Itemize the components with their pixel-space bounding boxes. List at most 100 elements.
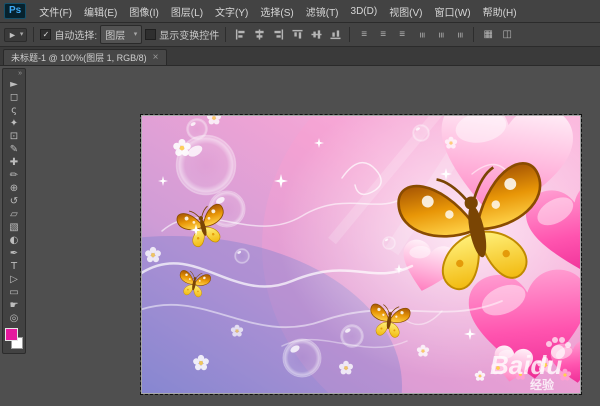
menu-3d[interactable]: 3D(D): [345, 6, 384, 17]
tool-move[interactable]: ►: [4, 78, 24, 91]
distribute-bottom-button[interactable]: ≡: [394, 27, 410, 43]
align-center-vertical-button[interactable]: [308, 27, 324, 43]
auto-select-checkbox[interactable]: ✓ 自动选择:: [40, 27, 97, 42]
distribute-icon: ≡: [416, 32, 426, 38]
checkbox-unchecked[interactable]: [145, 29, 156, 40]
pen-tool-icon: ✒: [10, 249, 18, 259]
tool-brush[interactable]: ✏: [4, 169, 24, 182]
distribute-left-button[interactable]: ≡: [413, 27, 429, 43]
menu-window[interactable]: 窗口(W): [429, 4, 477, 19]
tool-dodge[interactable]: ◐: [4, 234, 24, 247]
separator: [33, 27, 34, 42]
menu-layer[interactable]: 图层(L): [165, 4, 209, 19]
tool-crop[interactable]: ⊡: [4, 130, 24, 143]
eraser-tool-icon: ▱: [10, 210, 18, 220]
artwork-scene: Baidu 经验: [142, 116, 580, 393]
color-swatches: [4, 327, 24, 350]
tools-panel: » ► ◻ ς ✦ ⊡ ✎ ✚ ✏ ⊕ ↺ ▱ ▧ ◐ ✒ T ▷ ▭ ☛ ◎: [2, 68, 26, 354]
gradient-tool-icon: ▧: [9, 223, 18, 233]
target-value: 图层: [105, 27, 125, 42]
tool-eyedropper[interactable]: ✎: [4, 143, 24, 156]
distribute-icon: ≡: [380, 30, 386, 40]
distribute-top-button[interactable]: ≡: [356, 27, 372, 43]
photoshop-logo-icon: Ps: [4, 3, 26, 19]
watermark-subtext: 经验: [530, 377, 555, 392]
align-center-horizontal-button[interactable]: [251, 27, 267, 43]
menubar: Ps 文件(F) 编辑(E) 图像(I) 图层(L) 文字(Y) 选择(S) 滤…: [0, 0, 600, 23]
separator: [473, 27, 474, 42]
document-tab-title: 未标题-1 @ 100%(图层 1, RGB/8): [11, 51, 147, 64]
options-bar: ► ▾ ✓ 自动选择: 图层 ▾ 显示变换控件: [0, 23, 600, 47]
auto-select-label: 自动选择:: [54, 27, 97, 42]
tool-type[interactable]: T: [4, 260, 24, 273]
menu-help[interactable]: 帮助(H): [477, 4, 523, 19]
crop-tool-icon: ⊡: [10, 132, 18, 142]
menu-type[interactable]: 文字(Y): [209, 4, 254, 19]
distribute-vertical-button[interactable]: ≡: [375, 27, 391, 43]
tool-eraser[interactable]: ▱: [4, 208, 24, 221]
eyedropper-tool-icon: ✎: [10, 145, 18, 155]
history-brush-tool-icon: ↺: [10, 197, 18, 207]
distribute-right-button[interactable]: ≡: [451, 27, 467, 43]
align-left-button[interactable]: [232, 27, 248, 43]
close-icon[interactable]: ×: [153, 53, 159, 63]
document-tab-bar: 未标题-1 @ 100%(图层 1, RGB/8) ×: [0, 47, 600, 66]
distribute-icon: ≡: [361, 30, 367, 40]
tool-rectangular-marquee[interactable]: ◻: [4, 91, 24, 104]
menu-select[interactable]: 选择(S): [254, 4, 299, 19]
tool-pen[interactable]: ✒: [4, 247, 24, 260]
hand-tool-icon: ☛: [10, 301, 19, 311]
document-image[interactable]: Baidu 经验: [142, 116, 580, 393]
move-tool-icon: ►: [10, 80, 18, 90]
shape-tool-icon: ▭: [9, 288, 18, 298]
tool-clone-stamp[interactable]: ⊕: [4, 182, 24, 195]
separator: [225, 27, 226, 42]
tool-path-selection[interactable]: ▷: [4, 273, 24, 286]
auto-select-target-dropdown[interactable]: 图层 ▾: [100, 25, 142, 44]
brush-tool-icon: ✏: [10, 171, 18, 181]
panels-icon: ◫: [502, 30, 511, 40]
foreground-color-swatch[interactable]: [5, 328, 18, 341]
menu-view[interactable]: 视图(V): [383, 4, 428, 19]
chevron-down-icon: ▾: [20, 31, 24, 38]
menu-image[interactable]: 图像(I): [123, 4, 164, 19]
align-right-button[interactable]: [270, 27, 286, 43]
menu-file[interactable]: 文件(F): [33, 4, 78, 19]
clone-stamp-tool-icon: ⊕: [10, 184, 18, 194]
tool-quick-selection[interactable]: ✦: [4, 117, 24, 130]
healing-brush-tool-icon: ✚: [10, 158, 18, 168]
path-selection-tool-icon: ▷: [10, 275, 18, 285]
tool-history-brush[interactable]: ↺: [4, 195, 24, 208]
tool-zoom[interactable]: ◎: [4, 312, 24, 325]
document-tab[interactable]: 未标题-1 @ 100%(图层 1, RGB/8) ×: [3, 49, 167, 65]
tool-healing-brush[interactable]: ✚: [4, 156, 24, 169]
grid-icon: ▦: [483, 30, 492, 40]
show-transform-checkbox[interactable]: 显示变换控件: [145, 27, 219, 42]
photoshop-window: Ps 文件(F) 编辑(E) 图像(I) 图层(L) 文字(Y) 选择(S) 滤…: [0, 0, 600, 406]
type-tool-icon: T: [11, 262, 17, 272]
separator: [349, 27, 350, 42]
tool-lasso[interactable]: ς: [4, 104, 24, 117]
tool-rectangle-shape[interactable]: ▭: [4, 286, 24, 299]
toggle-3d-mode-button[interactable]: ◫: [499, 27, 515, 43]
lasso-tool-icon: ς: [11, 106, 17, 116]
checkbox-checked[interactable]: ✓: [40, 29, 51, 40]
menu-edit[interactable]: 编辑(E): [78, 4, 123, 19]
align-top-button[interactable]: [289, 27, 305, 43]
distribute-icon: ≡: [454, 32, 464, 38]
auto-align-layers-button[interactable]: ▦: [480, 27, 496, 43]
distribute-icon: ≡: [399, 30, 405, 40]
dodge-tool-icon: ◐: [10, 236, 19, 246]
tool-gradient[interactable]: ▧: [4, 221, 24, 234]
tool-hand[interactable]: ☛: [4, 299, 24, 312]
menu-filter[interactable]: 滤镜(T): [300, 4, 345, 19]
move-tool-icon: ►: [8, 30, 17, 40]
quick-selection-tool-icon: ✦: [10, 119, 18, 129]
canvas-area[interactable]: » ► ◻ ς ✦ ⊡ ✎ ✚ ✏ ⊕ ↺ ▱ ▧ ◐ ✒ T ▷ ▭ ☛ ◎: [0, 66, 600, 406]
distribute-icon: ≡: [435, 32, 445, 38]
distribute-horizontal-button[interactable]: ≡: [432, 27, 448, 43]
tool-preset-dropdown[interactable]: ► ▾: [4, 28, 27, 42]
align-bottom-button[interactable]: [327, 27, 343, 43]
check-icon: ✓: [43, 31, 50, 39]
collapse-icon[interactable]: »: [15, 69, 25, 78]
